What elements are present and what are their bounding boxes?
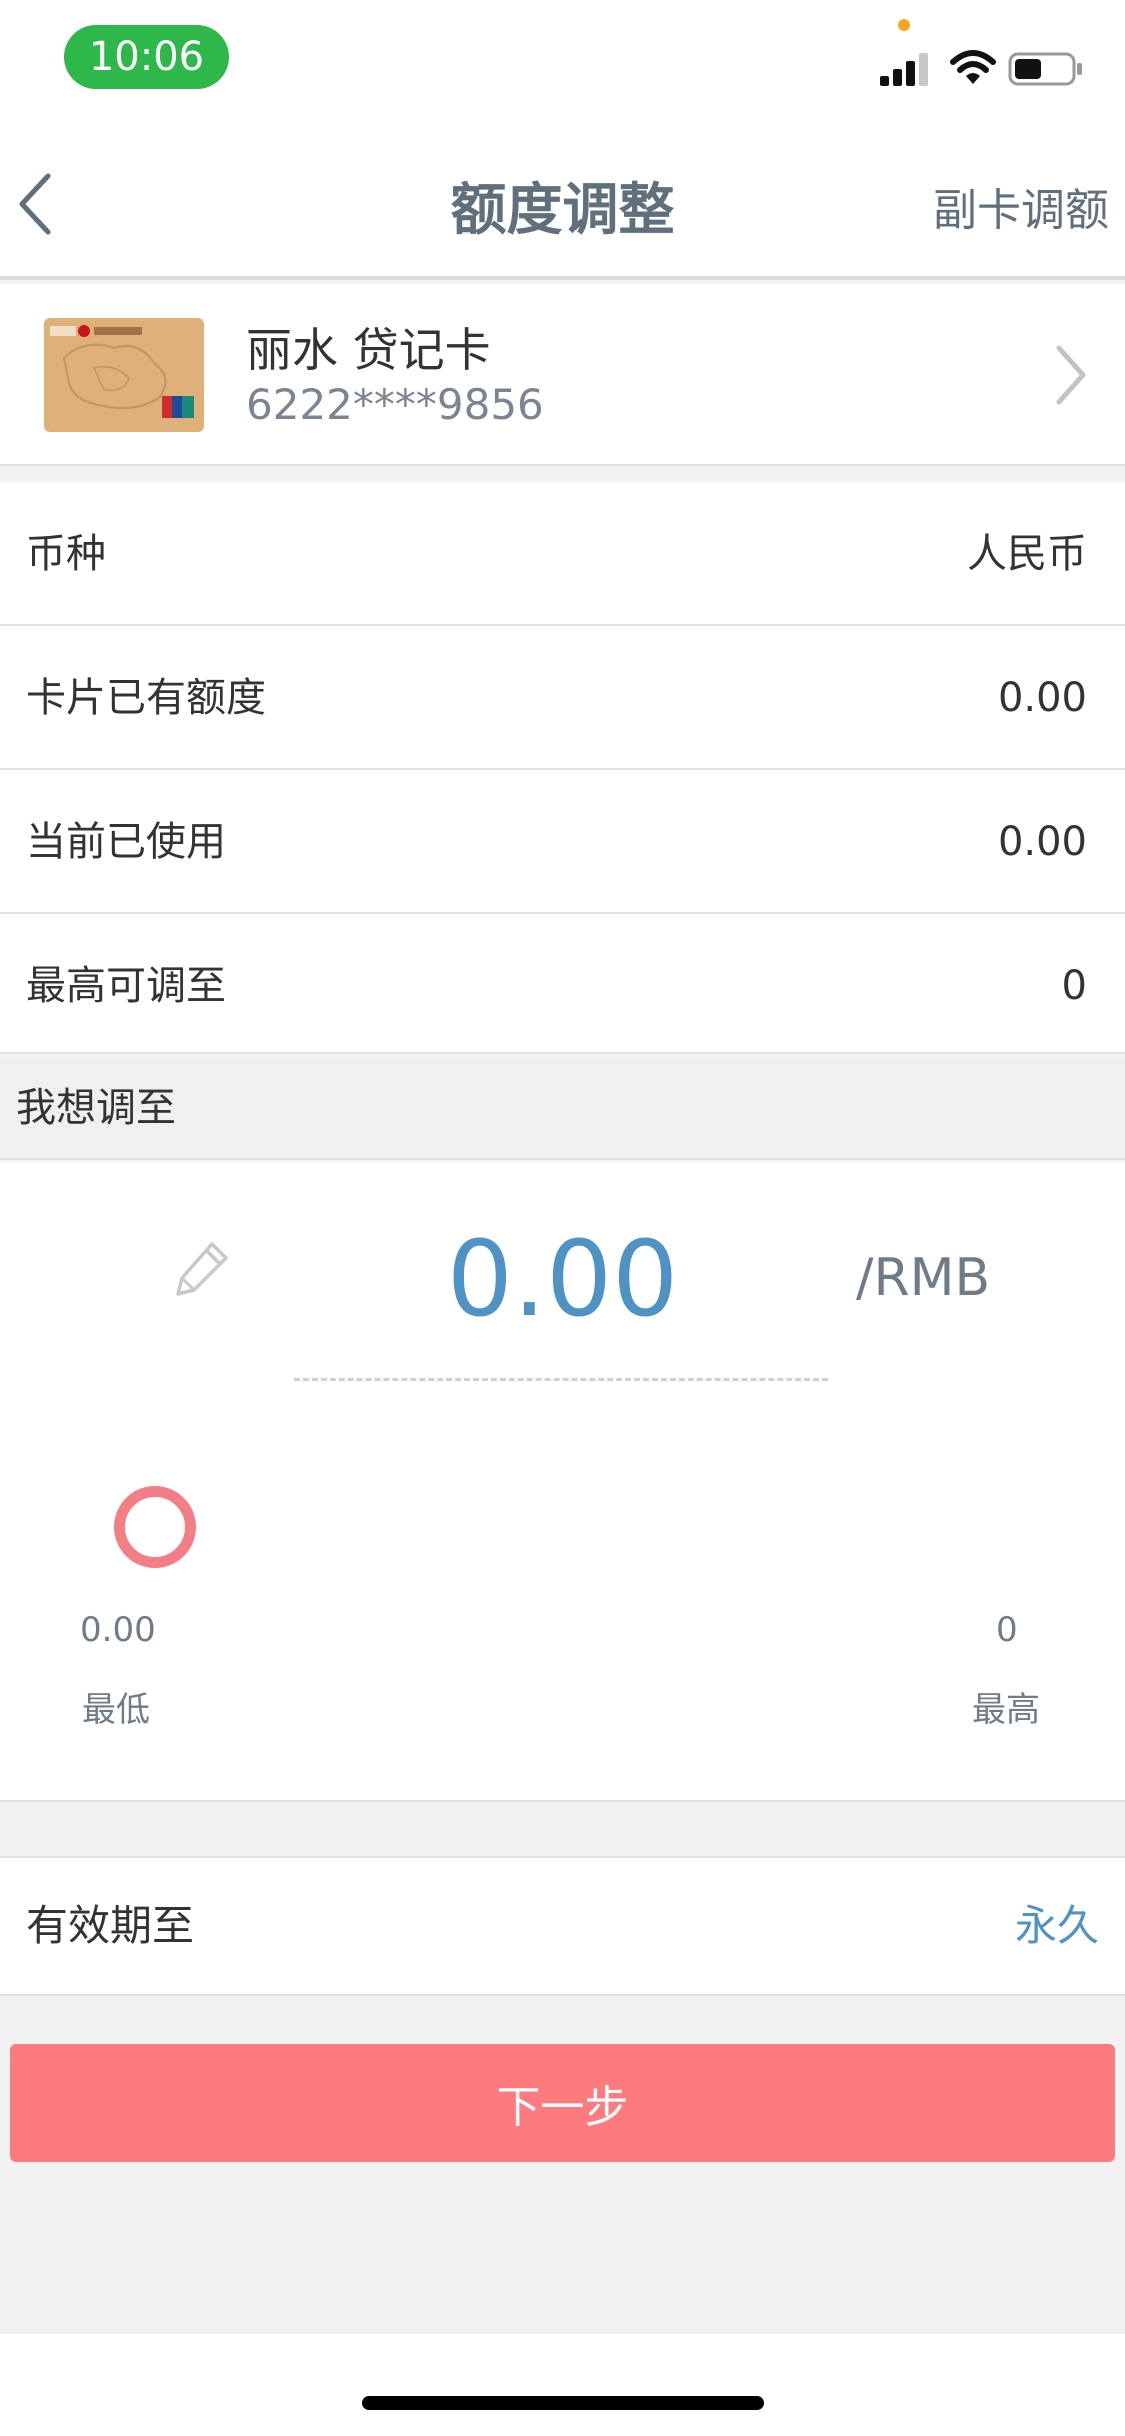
amount-panel: 0.00 /RMB 0.00 最低 0 最高	[0, 1162, 1125, 1802]
amount-underline	[294, 1378, 828, 1381]
info-label: 卡片已有额度	[26, 675, 266, 721]
status-bar: 10:06	[0, 0, 1125, 120]
status-time: 10:06	[64, 25, 229, 89]
slider-max-value: 0	[996, 1610, 1018, 1650]
info-row-used: 当前已使用 0.00	[0, 770, 1125, 914]
next-step-button[interactable]: 下一步	[10, 2044, 1115, 2162]
info-value: 0.00	[997, 675, 1087, 721]
signal-icon	[880, 53, 928, 86]
info-row-currency: 币种 人民币	[0, 482, 1125, 626]
info-row-existing-limit: 卡片已有额度 0.00	[0, 626, 1125, 770]
wifi-icon	[950, 50, 996, 84]
card-number: 6222****9856	[246, 380, 544, 429]
card-name: 丽水 贷记卡	[246, 323, 491, 377]
info-row-max-adjustable: 最高可调至 0	[0, 914, 1125, 1054]
info-value: 人民币	[967, 531, 1087, 577]
slider-min-label: 最低	[82, 1690, 150, 1730]
battery-icon	[1008, 52, 1082, 86]
validity-value[interactable]: 永久	[1015, 1858, 1099, 1994]
info-label: 币种	[26, 531, 106, 577]
card-selector[interactable]: 丽水 贷记卡 6222****9856	[0, 284, 1125, 466]
bottom-safe-area	[0, 2334, 1125, 2436]
info-label: 最高可调至	[26, 963, 226, 1009]
validity-row[interactable]: 有效期至 永久	[0, 1856, 1125, 1996]
validity-label: 有效期至	[26, 1901, 195, 1950]
secondary-card-adjust-link[interactable]: 副卡调额	[933, 120, 1109, 280]
slider-min-value: 0.00	[80, 1610, 156, 1650]
info-value: 0.00	[997, 819, 1087, 865]
chevron-right-icon	[1056, 345, 1086, 405]
privacy-indicator-dot	[898, 19, 910, 31]
slider-max-label: 最高	[972, 1690, 1040, 1730]
currency-label: /RMB	[856, 1248, 991, 1308]
slider-handle[interactable]	[114, 1486, 196, 1568]
info-value: 0	[1061, 963, 1087, 1009]
nav-bar: 额度调整 副卡调额	[0, 120, 1125, 280]
home-indicator[interactable]	[362, 2396, 764, 2410]
section-label: 我想调至	[16, 1085, 176, 1131]
info-label: 当前已使用	[26, 819, 226, 865]
limit-info-list: 币种 人民币 卡片已有额度 0.00 当前已使用 0.00 最高可调至 0	[0, 482, 1125, 1054]
adjust-section-header: 我想调至	[0, 1060, 1125, 1160]
bank-card-image	[44, 318, 204, 432]
